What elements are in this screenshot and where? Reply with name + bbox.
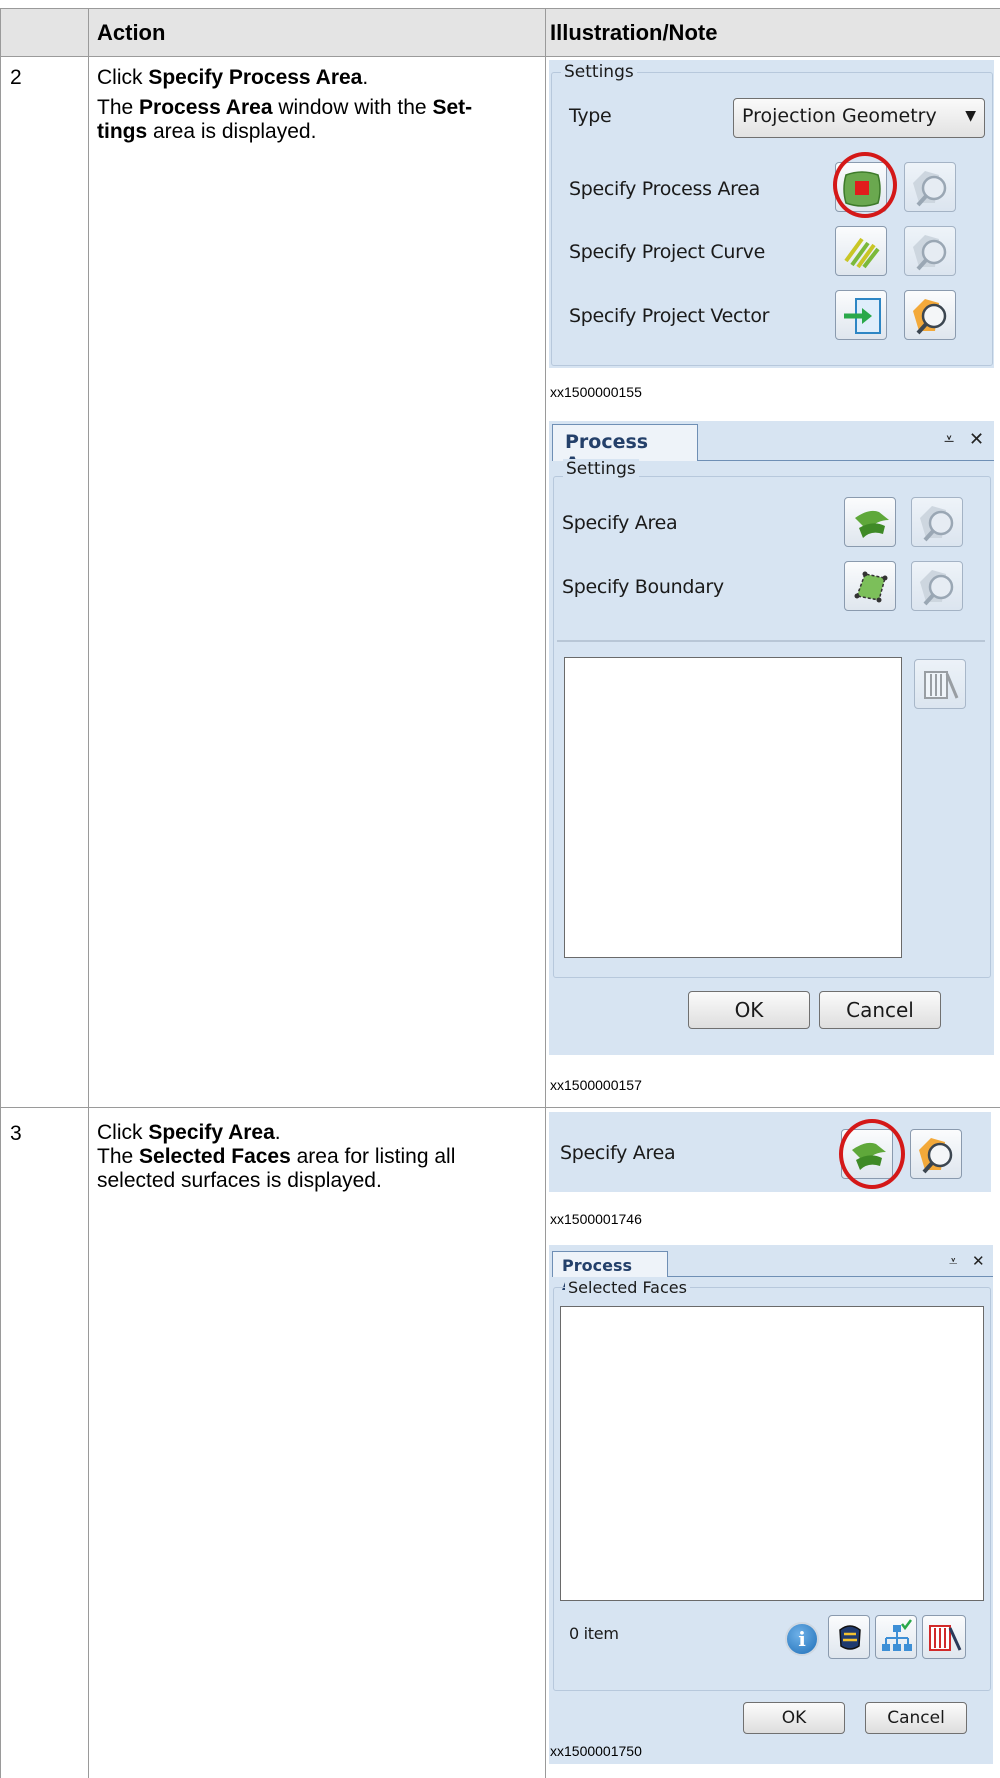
- action-text: Click Specify Area. The Selected Faces ar…: [97, 1121, 537, 1193]
- specify-boundary-label: Specify Boundary: [562, 576, 724, 598]
- zoom-icon: [913, 171, 947, 207]
- header-illustration: Illustration/Note: [550, 20, 718, 45]
- action-text: Click Specify Process Area. The Process …: [97, 66, 537, 144]
- selected-faces-list[interactable]: [560, 1306, 984, 1601]
- action-text-run: window with the: [272, 96, 433, 119]
- settings-group-title: Settings: [561, 62, 637, 82]
- specify-area-zoom-button[interactable]: [911, 497, 963, 547]
- action-text-run: Click: [97, 66, 149, 89]
- cancel-button[interactable]: Cancel: [865, 1702, 967, 1734]
- boundary-list[interactable]: [564, 657, 902, 958]
- specify-boundary-zoom-button[interactable]: [911, 561, 963, 611]
- specify-area-zoom-button[interactable]: [910, 1129, 962, 1179]
- edit-list-icon: [929, 1625, 962, 1651]
- specify-project-curve-zoom-button[interactable]: [904, 226, 956, 276]
- hierarchy-icon: [882, 1619, 912, 1651]
- specify-project-vector-button[interactable]: [835, 290, 887, 340]
- table-border-col2: [545, 8, 546, 1778]
- specify-area-label: Specify Area: [560, 1142, 676, 1164]
- tab-underline: [698, 460, 994, 461]
- close-icon[interactable]: ✕: [972, 1252, 985, 1270]
- selected-faces-group-title: Selected Faces: [565, 1278, 690, 1297]
- figure-caption: xx1500000155: [550, 384, 642, 400]
- surface-icon: [855, 510, 889, 538]
- ok-button[interactable]: OK: [688, 991, 810, 1029]
- type-select-value: Projection Geometry: [742, 105, 937, 127]
- edit-list-icon: [924, 671, 959, 699]
- step-number: 3: [10, 1122, 22, 1145]
- action-text-run: .: [274, 1121, 281, 1144]
- zoom-icon: [913, 235, 947, 271]
- action-text-bold: Set-: [432, 96, 473, 119]
- group-separator: [557, 640, 985, 642]
- ok-button[interactable]: OK: [743, 1702, 845, 1734]
- highlight-ring: [839, 1119, 905, 1189]
- zoom-icon: [920, 570, 954, 606]
- tab-process-area[interactable]: Process Area: [552, 1251, 668, 1294]
- specify-project-curve-button[interactable]: [835, 226, 887, 276]
- specify-project-curve-label: Specify Project Curve: [569, 241, 765, 263]
- zoom-icon: [913, 299, 947, 335]
- zoom-icon: [920, 506, 954, 542]
- chevron-down-icon: ▼: [965, 108, 976, 124]
- specify-area-button[interactable]: [844, 497, 896, 547]
- item-count: 0 item: [569, 1624, 619, 1643]
- boundary-icon: [854, 571, 888, 603]
- process-area-window: Process Area ⩡ ✕ Settings Specify Area S…: [549, 421, 994, 1055]
- action-text-run: The: [97, 96, 140, 119]
- pin-icon[interactable]: ⩡: [949, 1252, 957, 1270]
- action-text-run: area is displayed.: [147, 120, 317, 143]
- project-curve-icon: [844, 237, 880, 269]
- tab-underline: [668, 1276, 993, 1277]
- action-text-run: Click: [97, 1121, 149, 1144]
- action-text-bold: Specify Area: [148, 1121, 275, 1144]
- action-text-run: .: [362, 66, 369, 89]
- process-area-window: Process Area ⩡ ✕ Selected Faces 0 item i: [549, 1245, 993, 1764]
- edit-list-button[interactable]: [914, 659, 966, 709]
- header-cell-step: [0, 9, 88, 56]
- info-icon[interactable]: i: [785, 1622, 819, 1656]
- specify-process-area-label: Specify Process Area: [569, 178, 761, 200]
- figure-caption: xx1500000157: [550, 1077, 642, 1093]
- table-border-row: [0, 1107, 1000, 1108]
- action-text-bold: Selected Faces: [139, 1145, 291, 1168]
- specify-project-vector-label: Specify Project Vector: [569, 305, 770, 327]
- highlight-ring: [833, 152, 897, 218]
- face-filter-icon: [839, 1625, 861, 1650]
- tab-process-area[interactable]: Process Area: [552, 424, 698, 475]
- settings-panel: Settings Type Projection Geometry ▼ Spec…: [549, 60, 994, 368]
- header-action: Action: [97, 20, 166, 45]
- action-text-run: The: [97, 1145, 140, 1168]
- step-number: 2: [10, 66, 22, 89]
- surface-filter-button[interactable]: [828, 1615, 870, 1659]
- action-text-bold: Specify Process Area: [148, 66, 363, 89]
- close-icon[interactable]: ✕: [969, 429, 984, 450]
- figure-caption: xx1500001750: [550, 1743, 642, 1759]
- pin-icon[interactable]: ⩡: [944, 429, 954, 450]
- type-label: Type: [569, 105, 612, 127]
- specify-boundary-button[interactable]: [844, 561, 896, 611]
- type-select[interactable]: Projection Geometry ▼: [733, 98, 985, 138]
- specify-area-label: Specify Area: [562, 512, 678, 534]
- table-border-top: [0, 8, 1000, 9]
- action-text-run: selected surfaces is displayed.: [97, 1169, 382, 1192]
- zoom-icon: [919, 1138, 953, 1174]
- action-text-bold: tings: [97, 120, 148, 143]
- edit-list-button[interactable]: [922, 1615, 966, 1659]
- specify-project-vector-zoom-button[interactable]: [904, 290, 956, 340]
- action-text-bold: Process Area: [139, 96, 273, 119]
- figure-caption: xx1500001746: [550, 1211, 642, 1227]
- cancel-button[interactable]: Cancel: [819, 991, 941, 1029]
- settings-group-title: Settings: [563, 459, 639, 479]
- project-vector-icon: [844, 298, 881, 334]
- table-border-col1: [88, 8, 89, 1778]
- table-border-left: [0, 8, 1, 1778]
- table-border-header: [0, 56, 1000, 57]
- specify-process-area-zoom-button[interactable]: [904, 162, 956, 212]
- specify-area-strip: Specify Area: [549, 1112, 991, 1192]
- hierarchy-button[interactable]: [875, 1615, 917, 1659]
- action-text-run: area for listing all: [290, 1145, 456, 1168]
